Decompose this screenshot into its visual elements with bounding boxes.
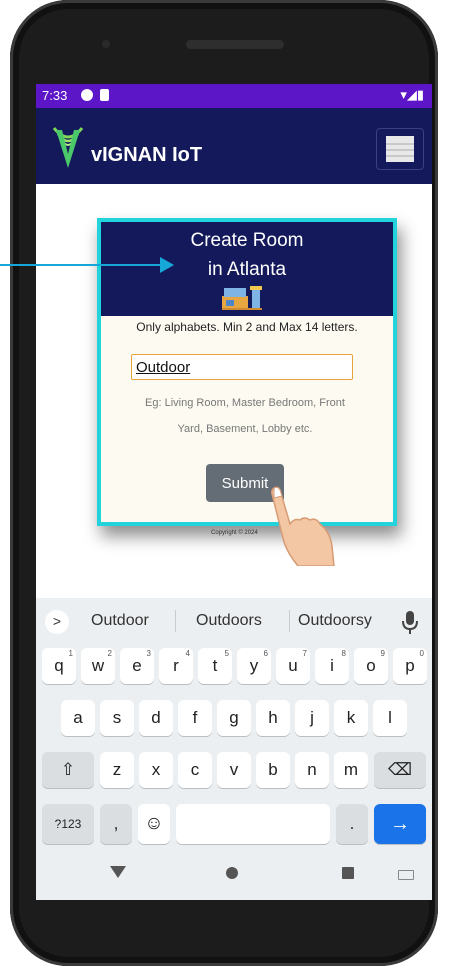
key-label: y: [249, 656, 259, 675]
key-v[interactable]: v: [217, 752, 251, 788]
key-e[interactable]: e3: [120, 648, 154, 684]
annotation-arrow-head: [160, 257, 174, 273]
key-hint-number: 3: [146, 649, 151, 658]
key-hint-number: 9: [380, 649, 385, 658]
key-t[interactable]: t5: [198, 648, 232, 684]
card-location: in Atlanta: [207, 259, 287, 280]
app-header: vIGNAN IoT: [36, 108, 432, 184]
status-time: 7:33: [42, 88, 68, 103]
room-name-input[interactable]: [131, 354, 353, 380]
nav-recents-icon[interactable]: [342, 867, 354, 879]
key-m[interactable]: m: [334, 752, 368, 788]
pointing-hand-icon: [271, 486, 335, 566]
key-a[interactable]: a: [61, 700, 95, 736]
key-b[interactable]: b: [256, 752, 290, 788]
room-furniture-icon: [222, 286, 262, 310]
emoji-key[interactable]: ☺: [138, 804, 170, 844]
key-hint-number: 8: [341, 649, 346, 658]
key-row-4: ?123 , ☺ . →: [36, 804, 432, 844]
key-hint-number: 0: [419, 649, 424, 658]
key-row-2: asdfghjkl: [36, 700, 432, 736]
key-hint-number: 4: [185, 649, 190, 658]
comma-key[interactable]: ,: [100, 804, 132, 844]
key-h[interactable]: h: [256, 700, 290, 736]
key-label: u: [288, 656, 298, 675]
phone-screen: 7:33 ▾◢▮ vIGNAN IoT Create Room in Atlan…: [36, 84, 432, 900]
key-u[interactable]: u7: [276, 648, 310, 684]
key-hint-number: 5: [224, 649, 229, 658]
space-key[interactable]: [176, 804, 330, 844]
key-k[interactable]: k: [334, 700, 368, 736]
key-n[interactable]: n: [295, 752, 329, 788]
key-r[interactable]: r4: [159, 648, 193, 684]
room-name-examples: Eg: Living Room, Master Bedroom, Front Y…: [145, 397, 345, 435]
key-o[interactable]: o9: [354, 648, 388, 684]
key-row-3: ⇧ zxcvbnm ⌫: [36, 752, 432, 788]
microphone-icon[interactable]: [400, 609, 420, 635]
key-label: r: [173, 656, 179, 675]
key-label: q: [54, 656, 64, 675]
key-y[interactable]: y6: [237, 648, 271, 684]
expand-suggestions-button[interactable]: >: [45, 610, 69, 634]
key-c[interactable]: c: [178, 752, 212, 788]
key-i[interactable]: i8: [315, 648, 349, 684]
app-brand-title: vIGNAN IoT: [91, 144, 203, 166]
card-header: Create Room in Atlanta: [101, 222, 393, 316]
enter-key[interactable]: →: [374, 804, 426, 844]
shift-key[interactable]: ⇧: [42, 752, 94, 788]
nav-home-icon[interactable]: [226, 867, 238, 879]
key-label: p: [405, 656, 415, 675]
key-x[interactable]: x: [139, 752, 173, 788]
input-rule-hint: Only alphabets. Min 2 and Max 14 letters…: [136, 320, 358, 334]
annotation-arrow-line: [0, 264, 170, 266]
system-navigation-bar: [36, 848, 432, 900]
suggestion-divider: [175, 610, 176, 632]
key-f[interactable]: f: [178, 700, 212, 736]
key-row-1: q1w2e3r4t5y6u7i8o9p0: [36, 648, 432, 684]
suggestion-1[interactable]: Outdoor: [91, 612, 149, 630]
suggestion-divider: [289, 610, 290, 632]
hamburger-menu-icon: [386, 136, 414, 162]
suggestion-strip: > Outdoor Outdoors Outdoorsy: [36, 598, 432, 644]
hamburger-menu-button[interactable]: [376, 128, 424, 170]
key-label: i: [330, 656, 334, 675]
key-s[interactable]: s: [100, 700, 134, 736]
key-w[interactable]: w2: [81, 648, 115, 684]
signal-battery-icons: ▾◢▮: [400, 87, 424, 102]
keyboard-switch-icon[interactable]: [398, 870, 414, 880]
key-q[interactable]: q1: [42, 648, 76, 684]
notification-icon: [81, 89, 93, 101]
nav-back-icon[interactable]: [110, 866, 126, 878]
key-hint-number: 6: [263, 649, 268, 658]
key-hint-number: 7: [302, 649, 307, 658]
suggestion-3[interactable]: Outdoorsy: [298, 612, 372, 630]
key-z[interactable]: z: [100, 752, 134, 788]
key-l[interactable]: l: [373, 700, 407, 736]
key-hint-number: 2: [107, 649, 112, 658]
key-label: w: [91, 656, 105, 675]
backspace-key[interactable]: ⌫: [374, 752, 426, 788]
key-j[interactable]: j: [295, 700, 329, 736]
key-label: o: [366, 656, 376, 675]
status-bar: 7:33 ▾◢▮: [36, 84, 432, 108]
key-hint-number: 1: [68, 649, 73, 658]
key-d[interactable]: d: [139, 700, 173, 736]
card-title: Create Room: [190, 230, 304, 251]
suggestion-2[interactable]: Outdoors: [196, 612, 262, 630]
key-label: t: [212, 656, 218, 675]
front-camera: [100, 38, 112, 50]
symbols-key[interactable]: ?123: [42, 804, 94, 844]
period-key[interactable]: .: [336, 804, 368, 844]
sd-card-icon: [100, 89, 109, 101]
key-g[interactable]: g: [217, 700, 251, 736]
copyright-text: Copyright © 2024: [211, 530, 258, 536]
key-label: e: [132, 656, 142, 675]
key-p[interactable]: p0: [393, 648, 427, 684]
earpiece-speaker: [186, 40, 284, 49]
vignan-logo-icon: [52, 127, 84, 168]
